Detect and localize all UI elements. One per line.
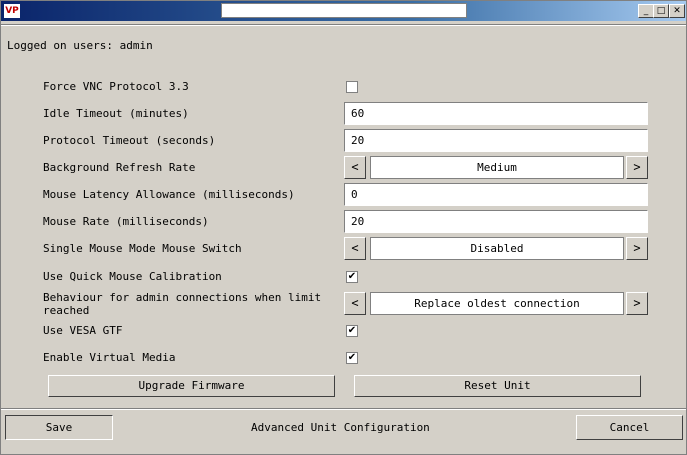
close-button[interactable]: ✕ [669, 4, 685, 18]
mouse-switch-next-button[interactable]: > [626, 237, 648, 260]
logged-on-users: Logged on users: admin [7, 39, 153, 52]
force-vnc-checkbox[interactable] [346, 81, 358, 93]
admin-behaviour-label: Behaviour for admin connections when lim… [43, 291, 322, 317]
mouse-latency-field[interactable]: 0 [344, 183, 648, 206]
vesa-gtf-label: Use VESA GTF [43, 324, 123, 337]
idle-timeout-field[interactable]: 60 [344, 102, 648, 125]
refresh-rate-label: Background Refresh Rate [43, 161, 196, 174]
save-button[interactable]: Save [5, 415, 113, 440]
bottom-separator [1, 408, 686, 410]
window-title [221, 3, 467, 18]
mouse-rate-field[interactable]: 20 [344, 210, 648, 233]
mouse-switch-value: Disabled [370, 237, 624, 260]
mouse-rate-label: Mouse Rate (milliseconds) [43, 215, 209, 228]
mouse-switch-prev-button[interactable]: < [344, 237, 366, 260]
refresh-rate-next-button[interactable]: > [626, 156, 648, 179]
status-text: Advanced Unit Configuration [251, 421, 430, 434]
virtual-media-checkbox[interactable]: ✔ [346, 352, 358, 364]
minimize-button[interactable]: _ [638, 4, 654, 18]
idle-timeout-label: Idle Timeout (minutes) [43, 107, 189, 120]
title-bar: VP _ □ ✕ [1, 1, 686, 21]
app-window: VP _ □ ✕ Logged on users: admin Force VN… [0, 0, 687, 455]
cancel-button[interactable]: Cancel [576, 415, 683, 440]
virtual-media-label: Enable Virtual Media [43, 351, 176, 364]
app-icon: VP [4, 4, 20, 18]
admin-behaviour-next-button[interactable]: > [626, 292, 648, 315]
refresh-rate-prev-button[interactable]: < [344, 156, 366, 179]
refresh-rate-value: Medium [370, 156, 624, 179]
admin-behaviour-prev-button[interactable]: < [344, 292, 366, 315]
mouse-latency-label: Mouse Latency Allowance (milliseconds) [43, 188, 295, 201]
force-vnc-label: Force VNC Protocol 3.3 [43, 80, 189, 93]
protocol-timeout-label: Protocol Timeout (seconds) [43, 134, 216, 147]
maximize-button[interactable]: □ [653, 4, 669, 18]
admin-behaviour-value: Replace oldest connection [370, 292, 624, 315]
quick-calibration-checkbox[interactable]: ✔ [346, 271, 358, 283]
top-separator [1, 24, 686, 26]
mouse-switch-label: Single Mouse Mode Mouse Switch [43, 242, 242, 255]
vesa-gtf-checkbox[interactable]: ✔ [346, 325, 358, 337]
reset-unit-button[interactable]: Reset Unit [354, 375, 641, 397]
protocol-timeout-field[interactable]: 20 [344, 129, 648, 152]
quick-calibration-label: Use Quick Mouse Calibration [43, 270, 222, 283]
upgrade-firmware-button[interactable]: Upgrade Firmware [48, 375, 335, 397]
